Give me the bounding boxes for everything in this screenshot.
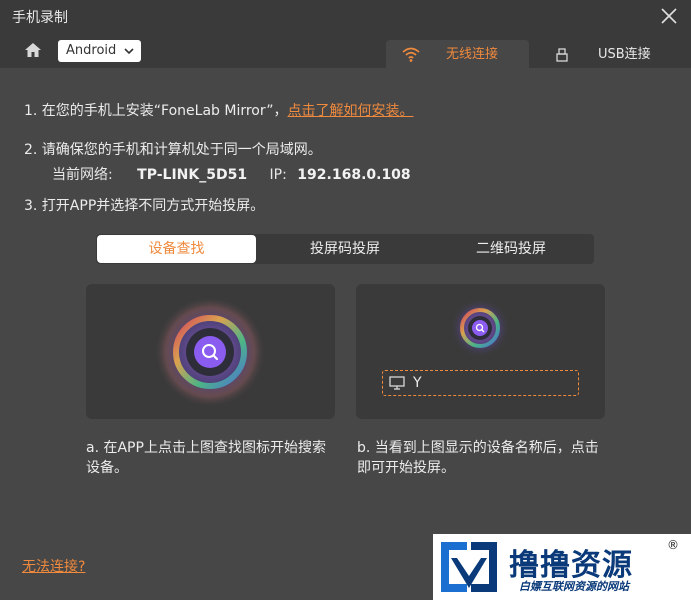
description-a: a. 在APP上点击上图查找图标开始搜索 设备。: [86, 438, 342, 478]
tab-wireless-label: 无线连接: [446, 47, 499, 62]
network-name: TP-LINK_5D51: [137, 167, 248, 183]
tab-usb[interactable]: USB连接: [530, 40, 680, 70]
mode-device-search[interactable]: 设备查找: [97, 235, 256, 263]
install-guide-link[interactable]: 点击了解如何安装。: [287, 103, 413, 119]
step-2-text: 2. 请确保您的手机和计算机处于同一个局域网。: [24, 142, 322, 158]
ip-label: IP:: [269, 167, 287, 183]
network-info: 当前网络: TP-LINK_5D51 IP: 192.168.0.108: [52, 164, 411, 184]
ip-value: 192.168.0.108: [297, 167, 411, 183]
watermark: 撸撸资源 ® 白嫖互联网资源的网站: [433, 534, 691, 600]
usb-icon: [556, 48, 568, 62]
close-button[interactable]: [659, 6, 679, 26]
watermark-subtitle: 白嫖互联网资源的网站: [519, 580, 629, 593]
main-panel: 1. 在您的手机上安装“FoneLab Mirror”，点击了解如何安装。 2.…: [0, 68, 691, 600]
watermark-registered: ®: [667, 538, 679, 552]
tab-usb-label: USB连接: [598, 47, 651, 62]
monitor-icon: [389, 376, 405, 390]
watermark-logo-icon: [441, 542, 497, 592]
search-card: [86, 284, 335, 419]
description-a-line-2: 设备。: [86, 460, 128, 476]
description-a-line-1: a. 在APP上点击上图查找图标开始搜索: [86, 440, 326, 456]
device-found-card: Y: [356, 284, 605, 419]
close-icon: [661, 8, 677, 24]
mode-cast-code[interactable]: 投屏码投屏: [262, 234, 428, 264]
cannot-connect-link[interactable]: 无法连接?: [22, 556, 85, 576]
home-button[interactable]: [24, 41, 42, 59]
step-3-text: 3. 打开APP并选择不同方式开始投屏。: [24, 198, 265, 214]
mode-qr-code[interactable]: 二维码投屏: [428, 234, 594, 264]
wifi-icon: [402, 47, 420, 62]
search-radar-icon[interactable]: [86, 284, 335, 419]
search-radar-small-icon: [450, 298, 510, 358]
device-name: Y: [413, 375, 422, 391]
description-b-line-1: b. 当看到上图显示的设备名称后，点击: [357, 440, 599, 456]
os-select[interactable]: Android: [58, 40, 141, 62]
os-select-value: Android: [66, 43, 117, 58]
step-1-text: 1. 在您的手机上安装“FoneLab Mirror”，: [24, 103, 288, 119]
mode-selector: 设备查找 投屏码投屏 二维码投屏: [96, 234, 594, 264]
toolbar: Android 无线连接 USB连接: [0, 32, 691, 70]
tab-wireless[interactable]: 无线连接: [386, 40, 529, 70]
home-icon: [25, 43, 41, 57]
network-label: 当前网络:: [52, 167, 113, 183]
chevron-down-icon: [124, 48, 134, 55]
title-bar: 手机录制: [0, 0, 691, 32]
step-1: 1. 在您的手机上安装“FoneLab Mirror”，点击了解如何安装。: [24, 100, 413, 120]
device-item[interactable]: Y: [382, 370, 579, 396]
description-b-line-2: 即可开始投屏。: [357, 460, 455, 476]
description-b: b. 当看到上图显示的设备名称后，点击 即可开始投屏。: [357, 438, 613, 478]
window-title: 手机录制: [12, 10, 68, 26]
